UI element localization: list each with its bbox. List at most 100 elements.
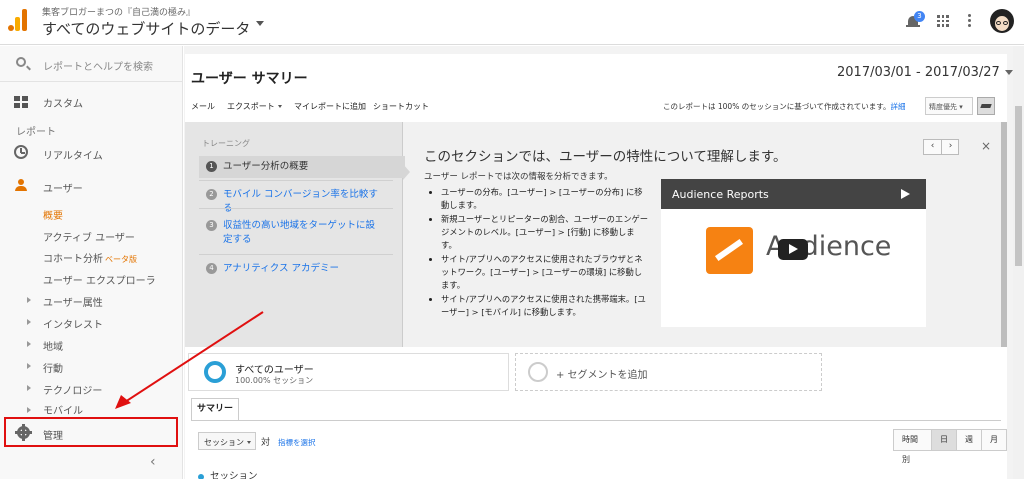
select-metric-link[interactable]: 指標を選択 xyxy=(278,437,316,448)
page-title: ユーザー サマリー xyxy=(191,71,308,87)
caret-down-icon xyxy=(277,105,282,108)
notification-badge: 3 xyxy=(914,11,925,22)
expand-triangle-icon xyxy=(27,297,31,303)
video-title: Audience Reports xyxy=(672,188,769,201)
list-item: ユーザーの分布。[ユーザー] > [ユーザーの分布] に移動します。 xyxy=(441,186,649,212)
precision-label: 精度優先 xyxy=(929,103,957,111)
collapse-sidebar-button[interactable]: ‹ xyxy=(150,454,156,470)
period-month-button[interactable]: 月 xyxy=(982,430,1006,450)
notifications-icon[interactable]: 3 xyxy=(906,11,925,31)
date-range-picker[interactable]: 2017/03/01 - 2017/03/27 xyxy=(837,65,1013,80)
legend-dot-icon xyxy=(198,473,204,479)
sidebar-subitem-cohort[interactable]: コホート分析 ベータ版 xyxy=(43,250,137,265)
training-steps: トレーニング 1 ユーザー分析の概要 2 モバイル コンバージョン率を比較する 3収… xyxy=(185,122,405,347)
sidebar-item-label: リアルタイム xyxy=(43,151,103,162)
precision-select[interactable]: 精度優先 ▾ xyxy=(925,97,973,115)
sidebar: レポートとヘルプを検索 カスタム レポート リアルタイム ユーザー 概要 アクテ… xyxy=(0,46,183,479)
sidebar-item-label: 管理 xyxy=(43,431,63,442)
video-player[interactable]: Audience Reports Audience xyxy=(661,179,926,327)
add-segment-label: + セグメントを追加 xyxy=(556,370,648,381)
sidebar-search[interactable]: レポートとヘルプを検索 xyxy=(0,46,183,82)
training-bullets: ユーザーの分布。[ユーザー] > [ユーザーの分布] に移動します。 新規ユーザ… xyxy=(429,186,649,320)
expand-triangle-icon xyxy=(27,385,31,391)
next-button[interactable]: › xyxy=(942,141,959,151)
top-bar: 集客ブロガーまつの『自己満の極み』 すべてのウェブサイトのデータ 3 xyxy=(0,0,1024,45)
beta-badge: ベータ版 xyxy=(105,255,137,264)
versus-label: 対 xyxy=(261,438,271,448)
shortcut-button[interactable]: ショートカット xyxy=(373,101,429,112)
sidebar-item-realtime[interactable]: リアルタイム xyxy=(0,142,183,164)
expand-triangle-icon xyxy=(27,363,31,369)
empty-ring-icon xyxy=(528,362,548,382)
sidebar-item-admin[interactable]: 管理 xyxy=(4,417,178,447)
step-number: 2 xyxy=(206,189,217,200)
step-label: モバイル コンバージョン率を比較する xyxy=(223,189,378,214)
training-step-3[interactable]: 3 収益性の高い地域をターゲットに設定する xyxy=(199,219,394,247)
expand-triangle-icon xyxy=(27,319,31,325)
page-scrollbar[interactable] xyxy=(1013,46,1024,479)
sidebar-tree-interests[interactable]: インタレスト xyxy=(43,316,103,331)
sidebar-subitem-active-users[interactable]: アクティブ ユーザー xyxy=(43,229,135,244)
sidebar-tree-behavior[interactable]: 行動 xyxy=(43,360,63,375)
segment-all-users[interactable]: すべてのユーザー 100.00% セッション xyxy=(188,353,509,391)
sidebar-tree-demographics[interactable]: ユーザー属性 xyxy=(43,294,103,309)
caret-down-icon xyxy=(247,441,251,444)
apps-grid-icon[interactable] xyxy=(937,15,949,27)
report-toolbar: メール エクスポート マイレポートに追加 ショートカット このレポートは 100… xyxy=(185,95,1007,118)
scrollbar[interactable] xyxy=(1001,122,1007,347)
play-icon[interactable] xyxy=(778,239,808,260)
close-icon[interactable]: × xyxy=(981,139,991,153)
detail-link[interactable]: 詳細 xyxy=(891,102,906,111)
share-icon[interactable] xyxy=(901,189,910,199)
sampling-note: このレポートは 100% のセッションに基づいて作成されています。詳細 xyxy=(663,101,906,112)
step-label: ユーザー分析の概要 xyxy=(223,161,309,172)
graduation-cap-icon[interactable] xyxy=(977,97,995,115)
sidebar-subitem-overview[interactable]: 概要 xyxy=(43,207,63,222)
segment-ring-icon xyxy=(204,361,226,383)
sidebar-subitem-user-explorer[interactable]: ユーザー エクスプローラ xyxy=(43,272,156,287)
sidebar-item-custom[interactable]: カスタム xyxy=(0,90,183,112)
sidebar-item-label: コホート分析 xyxy=(43,254,103,265)
training-step-4[interactable]: 4 アナリティクス アカデミー xyxy=(199,262,394,276)
divider xyxy=(199,208,393,209)
segment-name: すべてのユーザー xyxy=(235,365,314,376)
step-number: 4 xyxy=(206,263,217,274)
step-number: 3 xyxy=(206,220,217,231)
report-panel: ユーザー サマリー 2017/03/01 - 2017/03/27 メール エク… xyxy=(185,54,1013,479)
export-label: エクスポート xyxy=(227,102,275,111)
list-item: 新規ユーザーとリピーターの割合、ユーザーのエンゲージメントのレベル。[ユーザー]… xyxy=(441,213,649,252)
sidebar-section-reports: レポート xyxy=(16,127,56,138)
add-to-dashboard-button[interactable]: マイレポートに追加 xyxy=(294,101,366,112)
metric-select[interactable]: セッション xyxy=(198,432,256,450)
add-segment-button[interactable]: + セグメントを追加 xyxy=(515,353,822,391)
period-day-button[interactable]: 日 xyxy=(932,430,957,450)
training-step-1[interactable]: 1 ユーザー分析の概要 xyxy=(199,156,405,178)
view-selector[interactable]: すべてのウェブサイトのデータ xyxy=(42,18,265,39)
search-input[interactable]: レポートとヘルプを検索 xyxy=(43,58,153,73)
email-button[interactable]: メール xyxy=(191,101,215,112)
period-hourly-button[interactable]: 時間別 xyxy=(894,430,932,464)
list-item: サイト/アプリへのアクセスに使用されたブラウザとネットワーク。[ユーザー] > … xyxy=(441,253,649,292)
export-button[interactable]: エクスポート xyxy=(227,101,282,112)
gear-icon xyxy=(15,424,32,441)
training-nav: ‹ › xyxy=(923,139,959,155)
sidebar-item-label: ユーザー xyxy=(43,184,83,195)
tab-summary[interactable]: サマリー xyxy=(191,398,239,420)
main-content: ユーザー サマリー 2017/03/01 - 2017/03/27 メール エク… xyxy=(184,46,1024,479)
sidebar-item-label: カスタム xyxy=(43,99,83,110)
avatar[interactable] xyxy=(990,9,1014,33)
training-step-2[interactable]: 2 モバイル コンバージョン率を比較する xyxy=(199,188,394,216)
sidebar-tree-technology[interactable]: テクノロジー xyxy=(43,382,102,397)
account-path: 集客ブロガーまつの『自己満の極み』 xyxy=(42,8,196,18)
analytics-logo-icon[interactable] xyxy=(8,9,30,31)
divider xyxy=(199,254,393,255)
sidebar-tree-mobile[interactable]: モバイル xyxy=(43,402,83,417)
prev-button[interactable]: ‹ xyxy=(924,141,941,151)
sidebar-item-audience[interactable]: ユーザー xyxy=(0,175,183,197)
period-week-button[interactable]: 週 xyxy=(957,430,982,450)
more-vert-icon[interactable] xyxy=(968,14,972,28)
caret-down-icon xyxy=(256,21,265,26)
view-name: すべてのウェブサイトのデータ xyxy=(42,20,251,38)
sidebar-tree-geo[interactable]: 地域 xyxy=(43,338,63,353)
sampling-note-text: このレポートは 100% のセッションに基づいて作成されています。 xyxy=(663,102,891,111)
